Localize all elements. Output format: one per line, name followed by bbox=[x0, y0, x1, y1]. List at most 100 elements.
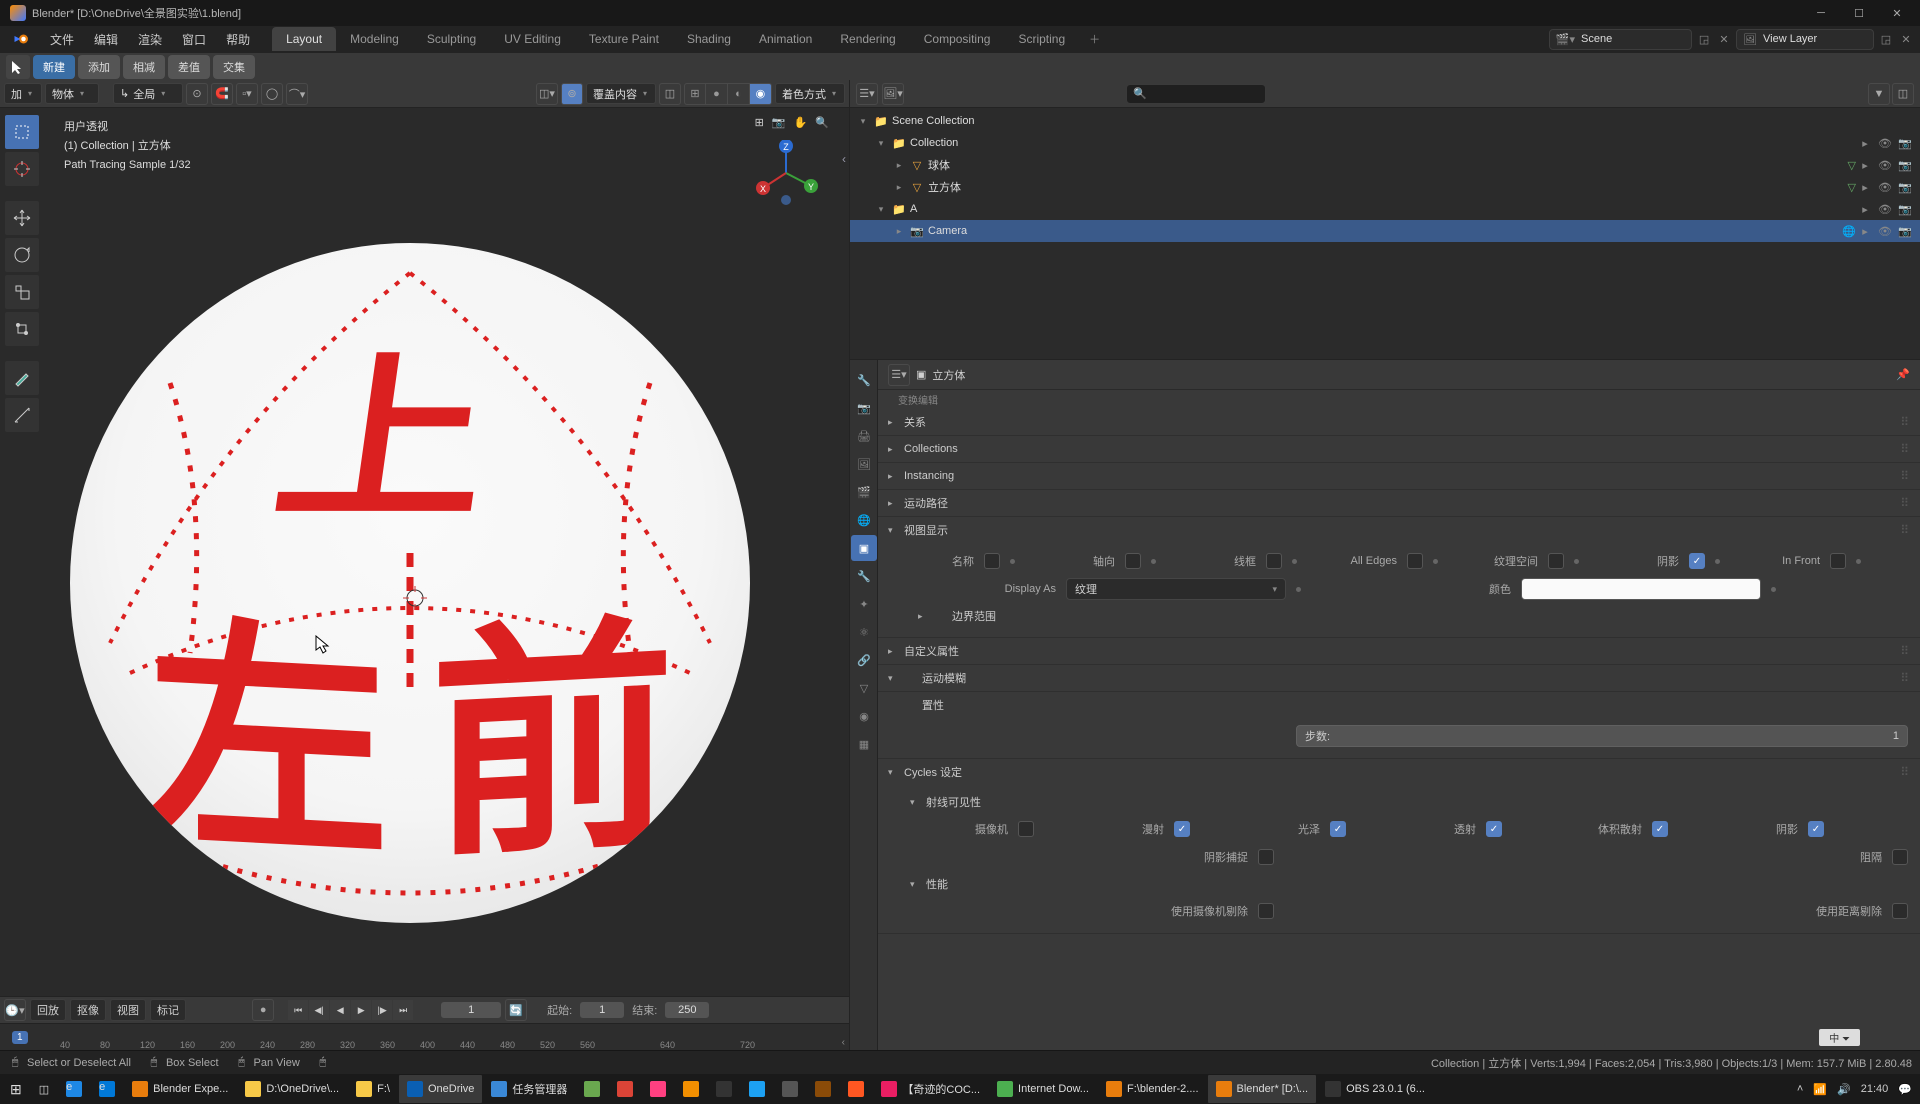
workspace-tab-modeling[interactable]: Modeling bbox=[336, 27, 413, 51]
play[interactable]: ▶ bbox=[351, 1000, 371, 1020]
eye-icon[interactable]: 👁 bbox=[1876, 200, 1894, 218]
taskbar-app[interactable]: F:\blender-2.... bbox=[1098, 1075, 1207, 1103]
tool-move[interactable] bbox=[4, 200, 40, 236]
shading-lookdev[interactable]: ◐ bbox=[728, 83, 750, 105]
timeline-view-menu[interactable]: 视图 bbox=[110, 999, 146, 1021]
shading-wireframe[interactable]: ⊞ bbox=[684, 83, 706, 105]
chk-dist-cull[interactable] bbox=[1892, 903, 1908, 919]
taskbar-app[interactable] bbox=[840, 1075, 872, 1103]
outliner-type-dropdown[interactable]: ☰▾ bbox=[856, 83, 878, 105]
object-color-field[interactable] bbox=[1521, 578, 1761, 600]
panel-bounds[interactable]: ▸边界范围 bbox=[906, 603, 1908, 629]
outliner-row[interactable]: ▾ 📁 Collection ▸ 👁 📷 bbox=[850, 132, 1920, 154]
start-button[interactable]: ⊞ bbox=[2, 1075, 30, 1103]
render-visibility-icon[interactable]: 📷 bbox=[1896, 156, 1914, 174]
outliner-search[interactable]: 🔍 bbox=[1126, 84, 1266, 104]
tool-scale[interactable] bbox=[4, 274, 40, 310]
timeline-keying-menu[interactable]: 抠像 bbox=[70, 999, 106, 1021]
scene-delete-button[interactable]: ✕ bbox=[1714, 29, 1734, 49]
render-visibility-icon[interactable]: 📷 bbox=[1896, 178, 1914, 196]
chk-ray-shadow[interactable] bbox=[1808, 821, 1824, 837]
chk-shadow-catcher[interactable] bbox=[1258, 849, 1274, 865]
render-visibility-icon[interactable]: 📷 bbox=[1896, 134, 1914, 152]
chk-name[interactable] bbox=[984, 553, 1000, 569]
prop-tab-constraint[interactable]: 🔗 bbox=[851, 647, 877, 673]
tray-volume-icon[interactable]: 🔊 bbox=[1837, 1083, 1851, 1096]
workspace-tab-compositing[interactable]: Compositing bbox=[910, 27, 1005, 51]
jump-start[interactable]: ⏮ bbox=[288, 1000, 308, 1020]
timeline-marker-menu[interactable]: 标记 bbox=[150, 999, 186, 1021]
blender-logo-icon[interactable] bbox=[12, 29, 32, 49]
taskbar-edge[interactable]: e bbox=[91, 1075, 123, 1103]
taskbar-app[interactable] bbox=[642, 1075, 674, 1103]
minimize-button[interactable]: ─ bbox=[1802, 2, 1840, 24]
outliner-row[interactable]: ▸ ▽ 球体 ▽ ▸ 👁 📷 bbox=[850, 154, 1920, 176]
taskbar-ie[interactable]: e bbox=[58, 1075, 90, 1103]
frame-start-field[interactable]: 1 bbox=[580, 1002, 624, 1018]
keyframe-prev[interactable]: ◀| bbox=[309, 1000, 329, 1020]
render-visibility-icon[interactable]: 📷 bbox=[1896, 200, 1914, 218]
pivot-button[interactable]: ⊙ bbox=[186, 83, 208, 105]
viewport-object-sphere[interactable]: 上 左 前 bbox=[70, 243, 750, 923]
viewlayer-delete-button[interactable]: ✕ bbox=[1896, 29, 1916, 49]
orientation-dropdown[interactable]: ↳全局 bbox=[113, 83, 183, 104]
tool-rotate[interactable] bbox=[4, 237, 40, 273]
chk-holdout[interactable] bbox=[1892, 849, 1908, 865]
taskbar-app[interactable]: Blender* [D:\... bbox=[1208, 1075, 1317, 1103]
display-as-dropdown[interactable]: 纹理 bbox=[1066, 578, 1286, 600]
eye-icon[interactable]: 👁 bbox=[1876, 178, 1894, 196]
workspace-tab-sculpting[interactable]: Sculpting bbox=[413, 27, 490, 51]
viewport-side-toggle[interactable]: ‹ bbox=[838, 144, 849, 174]
tray-clock[interactable]: 21:40 bbox=[1861, 1083, 1889, 1095]
chk-infront[interactable] bbox=[1830, 553, 1846, 569]
workspace-tab-rendering[interactable]: Rendering bbox=[826, 27, 909, 51]
taskbar-app[interactable]: 【奇迹的COC... bbox=[873, 1075, 988, 1103]
workspace-tab-scripting[interactable]: Scripting bbox=[1004, 27, 1079, 51]
menu-render[interactable]: 渲染 bbox=[128, 27, 172, 52]
play-reverse[interactable]: ◀ bbox=[330, 1000, 350, 1020]
chk-ray-camera[interactable] bbox=[1018, 821, 1034, 837]
prop-tab-world[interactable]: 🌐 bbox=[851, 507, 877, 533]
taskbar-app[interactable]: OBS 23.0.1 (6... bbox=[1317, 1075, 1433, 1103]
prop-tab-output[interactable]: 🖨 bbox=[851, 423, 877, 449]
viewlayer-field[interactable]: 🖼 bbox=[1736, 29, 1874, 50]
frame-sync-icon[interactable]: 🔄 bbox=[505, 999, 527, 1021]
shading-dropdown[interactable]: 着色方式 bbox=[775, 83, 845, 104]
chk-wire[interactable] bbox=[1266, 553, 1282, 569]
hide-select-icon[interactable]: ▸ bbox=[1856, 134, 1874, 152]
jump-end[interactable]: ⏭ bbox=[393, 1000, 413, 1020]
cursor-tool-icon[interactable] bbox=[6, 55, 30, 79]
workspace-tab-uv-editing[interactable]: UV Editing bbox=[490, 27, 575, 51]
editor-type-dropdown[interactable]: 加 bbox=[4, 83, 42, 104]
prop-tab-tool[interactable]: 🔧 bbox=[851, 367, 877, 393]
panel-rigidity[interactable]: ▸置性 bbox=[878, 692, 1920, 718]
taskbar-app[interactable] bbox=[741, 1075, 773, 1103]
prop-tab-material[interactable]: ◉ bbox=[851, 703, 877, 729]
hide-select-icon[interactable]: ▸ bbox=[1856, 178, 1874, 196]
timeline-chevron[interactable]: ‹ bbox=[842, 1037, 845, 1048]
workspace-tab-texture-paint[interactable]: Texture Paint bbox=[575, 27, 673, 51]
chk-texspace[interactable] bbox=[1548, 553, 1564, 569]
scene-name-input[interactable] bbox=[1581, 33, 1691, 45]
boolean-add-button[interactable]: 添加 bbox=[78, 55, 120, 79]
proportional-edit-toggle[interactable]: ◯ bbox=[261, 83, 283, 105]
chk-alledges[interactable] bbox=[1407, 553, 1423, 569]
chk-ray-scatter[interactable] bbox=[1652, 821, 1668, 837]
taskbar-app[interactable]: Internet Dow... bbox=[989, 1075, 1097, 1103]
snap-type-dropdown[interactable]: ▫▾ bbox=[236, 83, 258, 105]
tool-annotate[interactable] bbox=[4, 360, 40, 396]
outliner-filter-button[interactable]: ▼ bbox=[1868, 83, 1890, 105]
panel-collections[interactable]: ▸Collections⠿ bbox=[878, 436, 1920, 462]
chk-ray-transmission[interactable] bbox=[1486, 821, 1502, 837]
snap-toggle[interactable]: 🧲 bbox=[211, 83, 233, 105]
mode-dropdown[interactable]: 物体 bbox=[45, 83, 99, 104]
autokey-toggle[interactable]: ● bbox=[252, 999, 274, 1021]
nav-pan-icon[interactable]: ✋ bbox=[794, 116, 808, 129]
taskbar-app[interactable] bbox=[576, 1075, 608, 1103]
panel-instancing[interactable]: ▸Instancing⠿ bbox=[878, 463, 1920, 489]
menu-edit[interactable]: 编辑 bbox=[84, 27, 128, 52]
tool-transform[interactable] bbox=[4, 311, 40, 347]
boolean-new-button[interactable]: 新建 bbox=[33, 55, 75, 79]
overlay-dropdown[interactable]: 覆盖内容 bbox=[586, 83, 656, 104]
nav-camera-icon[interactable]: 📷 bbox=[772, 116, 786, 129]
